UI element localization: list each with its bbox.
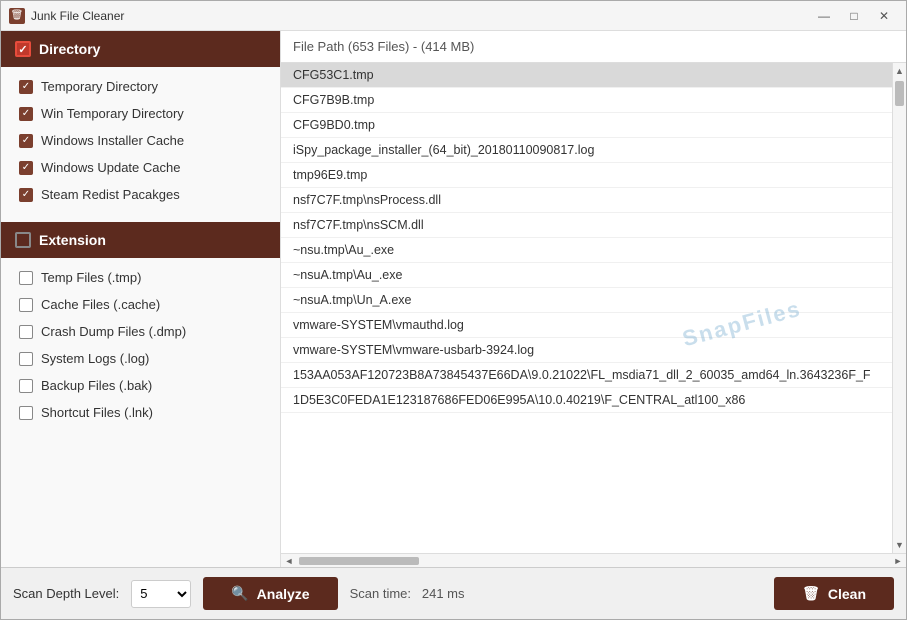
bak-label: Backup Files (.bak) [41, 378, 152, 393]
file-row: ~nsuA.tmp\Au_.exe [281, 263, 906, 288]
file-row: iSpy_package_installer_(64_bit)_20180110… [281, 138, 906, 163]
extension-section-header[interactable]: Extension [1, 222, 280, 258]
sidebar-item-steam[interactable]: ✓ Steam Redist Pacakges [1, 181, 280, 208]
extension-checkbox[interactable] [15, 232, 31, 248]
cache-label: Cache Files (.cache) [41, 297, 160, 312]
sidebar-item-lnk[interactable]: Shortcut Files (.lnk) [1, 399, 280, 426]
sidebar-divider [1, 214, 280, 222]
log-label: System Logs (.log) [41, 351, 149, 366]
tmp-checkbox[interactable] [19, 271, 33, 285]
log-checkbox[interactable] [19, 352, 33, 366]
file-row: CFG7B9B.tmp [281, 88, 906, 113]
sidebar-item-cache[interactable]: Cache Files (.cache) [1, 291, 280, 318]
sidebar-item-update-cache[interactable]: ✓ Windows Update Cache [1, 154, 280, 181]
sidebar-item-win-temp[interactable]: ✓ Win Temporary Directory [1, 100, 280, 127]
depth-label: Scan Depth Level: [13, 586, 119, 601]
scroll-down-button[interactable]: ▼ [893, 537, 906, 553]
file-row: ~nsu.tmp\Au_.exe [281, 238, 906, 263]
bottom-bar: Scan Depth Level: 5 1 2 3 4 6 7 🔍 Analyz… [1, 567, 906, 619]
scroll-left-button[interactable]: ◄ [281, 554, 297, 568]
scan-time-value: 241 ms [422, 586, 465, 601]
right-panel: File Path (653 Files) - (414 MB) CFG53C1… [281, 31, 906, 567]
sidebar-item-log[interactable]: System Logs (.log) [1, 345, 280, 372]
horizontal-scrollbar[interactable]: ◄ ► [281, 553, 906, 567]
file-row: CFG9BD0.tmp [281, 113, 906, 138]
app-title: Junk File Cleaner [31, 9, 810, 23]
scan-time: Scan time: 241 ms [350, 586, 763, 601]
scroll-handle[interactable] [895, 81, 904, 106]
analyze-label: Analyze [257, 586, 310, 602]
bak-checkbox[interactable] [19, 379, 33, 393]
extension-section-label: Extension [39, 232, 106, 248]
trash-icon: 🗑 [802, 585, 820, 602]
lnk-checkbox[interactable] [19, 406, 33, 420]
scroll-right-button[interactable]: ► [890, 554, 906, 568]
window-controls: — □ ✕ [810, 6, 898, 26]
h-scroll-handle[interactable] [299, 557, 419, 565]
file-list-container[interactable]: CFG53C1.tmpCFG7B9B.tmpCFG9BD0.tmpiSpy_pa… [281, 63, 906, 553]
sidebar-item-tmp[interactable]: Temp Files (.tmp) [1, 264, 280, 291]
scroll-up-button[interactable]: ▲ [893, 63, 906, 79]
win-temp-label: Win Temporary Directory [41, 106, 184, 121]
dmp-checkbox[interactable] [19, 325, 33, 339]
dmp-label: Crash Dump Files (.dmp) [41, 324, 186, 339]
scroll-track [893, 79, 906, 537]
file-row: CFG53C1.tmp [281, 63, 906, 88]
file-row: nsf7C7F.tmp\nsSCM.dll [281, 213, 906, 238]
steam-label: Steam Redist Pacakges [41, 187, 180, 202]
file-row: vmware-SYSTEM\vmauthd.log [281, 313, 906, 338]
installer-cache-label: Windows Installer Cache [41, 133, 184, 148]
directory-items: ✓ Temporary Directory ✓ Win Temporary Di… [1, 67, 280, 214]
clean-button[interactable]: 🗑 Clean [774, 577, 894, 610]
vertical-scrollbar[interactable]: ▲ ▼ [892, 63, 906, 553]
tmp-label: Temp Files (.tmp) [41, 270, 141, 285]
close-button[interactable]: ✕ [870, 6, 898, 26]
file-row: ~nsuA.tmp\Un_A.exe [281, 288, 906, 313]
directory-section-header[interactable]: ✓ Directory [1, 31, 280, 67]
file-row: tmp96E9.tmp [281, 163, 906, 188]
h-scroll-track [297, 556, 890, 566]
installer-cache-checkbox[interactable]: ✓ [19, 134, 33, 148]
temp-directory-label: Temporary Directory [41, 79, 158, 94]
sidebar-item-temp-directory[interactable]: ✓ Temporary Directory [1, 73, 280, 100]
maximize-button[interactable]: □ [840, 6, 868, 26]
file-path-header: File Path (653 Files) - (414 MB) [281, 31, 906, 63]
lnk-label: Shortcut Files (.lnk) [41, 405, 153, 420]
app-icon: 🗑 [9, 8, 25, 24]
depth-select[interactable]: 5 1 2 3 4 6 7 [131, 580, 191, 608]
extension-items: Temp Files (.tmp) Cache Files (.cache) C… [1, 258, 280, 432]
file-list: CFG53C1.tmpCFG7B9B.tmpCFG9BD0.tmpiSpy_pa… [281, 63, 906, 413]
win-temp-checkbox[interactable]: ✓ [19, 107, 33, 121]
sidebar-item-installer-cache[interactable]: ✓ Windows Installer Cache [1, 127, 280, 154]
file-row: 153AA053AF120723B8A73845437E66DA\9.0.210… [281, 363, 906, 388]
scan-time-label: Scan time: [350, 586, 411, 601]
directory-checkbox[interactable]: ✓ [15, 41, 31, 57]
file-row: vmware-SYSTEM\vmware-usbarb-3924.log [281, 338, 906, 363]
cache-checkbox[interactable] [19, 298, 33, 312]
steam-checkbox[interactable]: ✓ [19, 188, 33, 202]
clean-label: Clean [828, 586, 866, 602]
main-content: ✓ Directory ✓ Temporary Directory ✓ Win … [1, 31, 906, 567]
search-icon: 🔍 [231, 585, 248, 602]
sidebar-item-dmp[interactable]: Crash Dump Files (.dmp) [1, 318, 280, 345]
update-cache-label: Windows Update Cache [41, 160, 180, 175]
file-row: 1D5E3C0FEDA1E123187686FED06E995A\10.0.40… [281, 388, 906, 413]
main-window: 🗑 Junk File Cleaner — □ ✕ ✓ Directory ✓ … [0, 0, 907, 620]
analyze-button[interactable]: 🔍 Analyze [203, 577, 337, 610]
sidebar-item-bak[interactable]: Backup Files (.bak) [1, 372, 280, 399]
file-row: nsf7C7F.tmp\nsProcess.dll [281, 188, 906, 213]
temp-directory-checkbox[interactable]: ✓ [19, 80, 33, 94]
update-cache-checkbox[interactable]: ✓ [19, 161, 33, 175]
directory-section-label: Directory [39, 41, 100, 57]
sidebar: ✓ Directory ✓ Temporary Directory ✓ Win … [1, 31, 281, 567]
titlebar: 🗑 Junk File Cleaner — □ ✕ [1, 1, 906, 31]
minimize-button[interactable]: — [810, 6, 838, 26]
